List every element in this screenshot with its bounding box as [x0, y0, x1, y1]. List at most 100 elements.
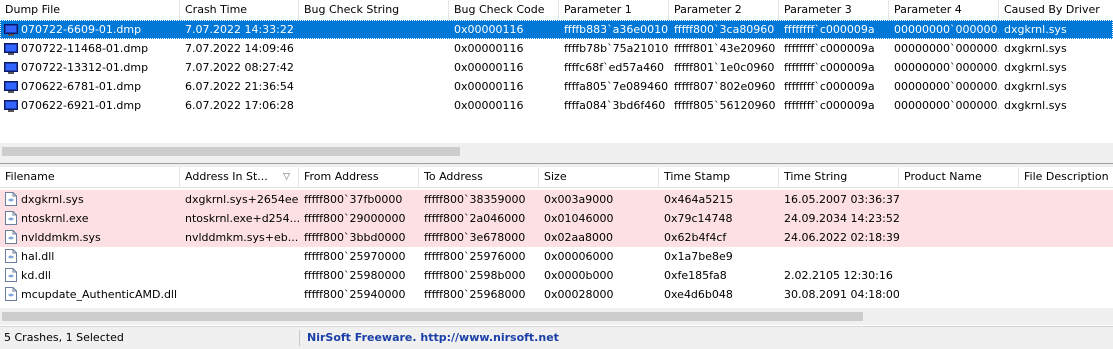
- column-header-file-description[interactable]: File Description: [1019, 167, 1113, 187]
- module-list-header: Filename Address In St... ▽ From Address…: [0, 167, 1113, 188]
- nirsoft-link[interactable]: NirSoft Freeware. http://www.nirsoft.net: [307, 327, 559, 349]
- cell-address-in-stack: dxgkrnl.sys+2654ee: [185, 193, 299, 206]
- crash-row[interactable]: 070722-6609-01.dmp 7.07.2022 14:33:22 0x00…: [0, 20, 1113, 39]
- cell-size: 0x00028000: [544, 288, 614, 301]
- cell-bug-check-string: [299, 20, 449, 39]
- cell-bug-check-string: [299, 58, 449, 77]
- column-header-parameter-2[interactable]: Parameter 2: [669, 0, 779, 20]
- module-file-icon: [5, 211, 17, 225]
- cell-file-description: [1019, 266, 1113, 285]
- column-header-bug-check-code[interactable]: Bug Check Code: [449, 0, 559, 20]
- cell-size: 0x02aa8000: [544, 231, 613, 244]
- cell-parameter-2: fffff805`56120960: [674, 99, 776, 112]
- cell-bug-check-code: 0x00000116: [454, 99, 524, 112]
- status-bar: 5 Crashes, 1 Selected NirSoft Freeware. …: [0, 326, 1113, 349]
- cell-bug-check-code: 0x00000116: [454, 23, 524, 36]
- cell-filename: dxgkrnl.sys: [21, 193, 84, 206]
- crash-row[interactable]: 070622-6921-01.dmp 6.07.2022 17:06:28 0x00…: [0, 96, 1113, 115]
- cell-to-address: fffff800`38359000: [424, 193, 526, 206]
- module-row[interactable]: mcupdate_AuthenticAMD.dll fffff800`259400…: [0, 285, 1113, 304]
- module-row[interactable]: dxgkrnl.sys dxgkrnl.sys+2654ee fffff800`37…: [0, 190, 1113, 209]
- column-header-caused-by-driver[interactable]: Caused By Driver: [999, 0, 1113, 20]
- cell-parameter-1: ffffa084`3bd6f460: [564, 99, 666, 112]
- cell-product-name: [899, 266, 1019, 285]
- cell-crash-time: 6.07.2022 21:36:54: [185, 80, 294, 93]
- crash-row[interactable]: 070722-13312-01.dmp 7.07.2022 08:27:42 0x0…: [0, 58, 1113, 77]
- column-header-to-address[interactable]: To Address: [419, 167, 539, 187]
- crash-list[interactable]: Dump File Crash Time Bug Check String Bu…: [0, 0, 1113, 160]
- cell-address-in-stack: ntoskrnl.exe+d254...: [185, 212, 299, 225]
- cell-from-address: fffff800`25940000: [304, 288, 406, 301]
- crash-list-scroll-thumb[interactable]: [2, 147, 460, 156]
- column-header-time-string[interactable]: Time String: [779, 167, 899, 187]
- cell-parameter-4: 00000000`000000...: [894, 99, 999, 112]
- cell-parameter-2: fffff801`1e0c0960: [674, 61, 775, 74]
- module-file-icon: [5, 192, 17, 206]
- crash-dump-icon: [4, 61, 18, 74]
- cell-time-string: 24.09.2034 14:23:52: [784, 212, 899, 225]
- cell-filename: nvlddmkm.sys: [21, 231, 101, 244]
- cell-parameter-2: fffff800`3ca80960: [674, 23, 775, 36]
- status-summary: 5 Crashes, 1 Selected: [4, 331, 124, 344]
- cell-parameter-2: fffff807`802e0960: [674, 80, 776, 93]
- module-file-icon: [5, 268, 17, 282]
- cell-time-stamp: 0xe4d6b048: [664, 288, 733, 301]
- cell-caused-by-driver: dxgkrnl.sys: [1004, 80, 1067, 93]
- column-header-bug-check-string[interactable]: Bug Check String: [299, 0, 449, 20]
- module-list-horizontal-scrollbar[interactable]: [0, 308, 1113, 325]
- cell-from-address: fffff800`25980000: [304, 269, 406, 282]
- column-header-size[interactable]: Size: [539, 167, 659, 187]
- module-file-icon: [5, 287, 17, 301]
- crash-dump-icon: [4, 80, 18, 93]
- column-header-product-name[interactable]: Product Name: [899, 167, 1019, 187]
- column-header-address-in-stack-label: Address In St...: [185, 170, 268, 183]
- module-list-scroll-thumb[interactable]: [2, 312, 863, 321]
- module-row[interactable]: hal.dll fffff800`25970000 fffff800`2597600…: [0, 247, 1113, 266]
- crash-row[interactable]: 070722-11468-01.dmp 7.07.2022 14:09:46 0x0…: [0, 39, 1113, 58]
- column-header-filename[interactable]: Filename: [0, 167, 180, 187]
- cell-to-address: fffff800`25968000: [424, 288, 526, 301]
- module-row[interactable]: ntoskrnl.exe ntoskrnl.exe+d254... fffff800…: [0, 209, 1113, 228]
- cell-parameter-4: 00000000`000000...: [894, 61, 999, 74]
- column-header-dump-file[interactable]: Dump File: [0, 0, 180, 20]
- module-row[interactable]: kd.dll fffff800`25980000 fffff800`2598b000…: [0, 266, 1113, 285]
- column-header-from-address[interactable]: From Address: [299, 167, 419, 187]
- cell-filename: kd.dll: [21, 269, 51, 282]
- cell-size: 0x003a9000: [544, 193, 614, 206]
- cell-bug-check-code: 0x00000116: [454, 80, 524, 93]
- cell-crash-time: 6.07.2022 17:06:28: [185, 99, 294, 112]
- module-row[interactable]: nvlddmkm.sys nvlddmkm.sys+eb... fffff800`3…: [0, 228, 1113, 247]
- cell-crash-time: 7.07.2022 14:33:22: [185, 23, 294, 36]
- cell-parameter-3: ffffffff`c000009a: [784, 42, 875, 55]
- column-header-address-in-stack[interactable]: Address In St... ▽: [180, 167, 299, 187]
- cell-filename: hal.dll: [21, 250, 55, 263]
- cell-file-description: [1019, 228, 1113, 247]
- cell-from-address: fffff800`37fb0000: [304, 193, 403, 206]
- column-header-parameter-1[interactable]: Parameter 1: [559, 0, 669, 20]
- column-header-crash-time[interactable]: Crash Time: [180, 0, 299, 20]
- cell-bug-check-string: [299, 77, 449, 96]
- cell-dump-file: 070622-6781-01.dmp: [21, 80, 142, 93]
- cell-from-address: fffff800`25970000: [304, 250, 406, 263]
- module-list[interactable]: Filename Address In St... ▽ From Address…: [0, 167, 1113, 325]
- cell-parameter-4: 00000000`000000...: [894, 80, 999, 93]
- column-header-parameter-4[interactable]: Parameter 4: [889, 0, 999, 20]
- cell-dump-file: 070722-13312-01.dmp: [21, 61, 149, 74]
- cell-parameter-3: ffffffff`c000009a: [784, 23, 875, 36]
- crash-dump-icon: [4, 99, 18, 112]
- cell-time-string: [779, 247, 899, 266]
- cell-parameter-1: ffffa805`7e089460: [564, 80, 669, 93]
- cell-parameter-1: ffffb883`a36e0010: [564, 23, 669, 36]
- cell-filename: mcupdate_AuthenticAMD.dll: [21, 288, 178, 301]
- cell-dump-file: 070722-11468-01.dmp: [21, 42, 149, 55]
- crash-list-header: Dump File Crash Time Bug Check String Bu…: [0, 0, 1113, 21]
- crash-row[interactable]: 070622-6781-01.dmp 6.07.2022 21:36:54 0x00…: [0, 77, 1113, 96]
- column-header-parameter-3[interactable]: Parameter 3: [779, 0, 889, 20]
- cell-size: 0x0000b000: [544, 269, 614, 282]
- cell-bug-check-code: 0x00000116: [454, 42, 524, 55]
- cell-dump-file: 070622-6921-01.dmp: [21, 99, 142, 112]
- cell-time-string: 2.02.2105 12:30:16: [784, 269, 893, 282]
- column-header-time-stamp[interactable]: Time Stamp: [659, 167, 779, 187]
- crash-list-horizontal-scrollbar[interactable]: [0, 143, 1113, 160]
- cell-crash-time: 7.07.2022 14:09:46: [185, 42, 294, 55]
